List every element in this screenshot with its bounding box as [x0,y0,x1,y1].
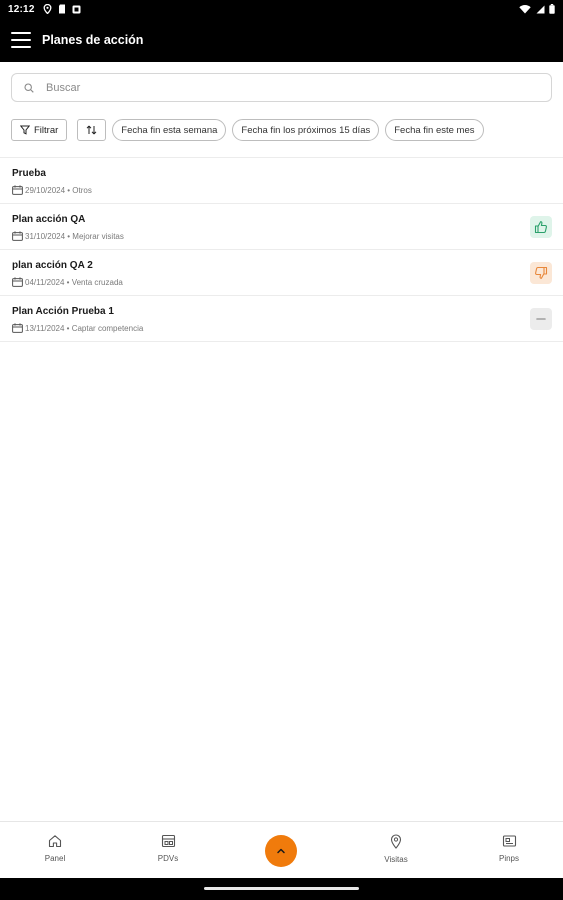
calendar-icon [12,323,23,333]
search-icon [24,82,34,93]
nav-pinps[interactable]: Pinps [469,822,549,879]
status-badge-negative [530,262,552,284]
sort-button[interactable] [77,119,107,141]
home-icon [48,835,62,848]
nav-visitas-label: Visitas [384,855,408,864]
nav-panel-label: Panel [44,854,66,863]
notification-icon [72,5,81,13]
plan-name: Prueba [12,168,46,179]
plan-name: Plan Acción Prueba 1 [12,306,114,317]
plan-date: 31/10/2024 [25,231,66,241]
menu-button[interactable] [11,32,31,48]
status-badge-neutral [530,308,552,330]
app-bar: Planes de acción [0,18,563,62]
action-plan-list: Prueba 29/10/2024 • Otros Plan acción QA… [0,157,563,342]
nav-pdvs[interactable]: PDVs [128,822,208,879]
plan-name: Plan acción QA [12,214,86,225]
plan-category: Captar competencia [71,323,144,333]
chip-end-date-next-15-days[interactable]: Fecha fin los próximos 15 días [232,119,380,141]
plan-category: Venta cruzada [71,277,123,287]
list-item[interactable]: Plan acción QA 31/10/2024 • Mejorar visi… [0,204,563,250]
search-input[interactable] [46,81,526,94]
wifi-icon [519,4,531,13]
filter-row: Filtrar Fecha fin esta semana Fecha fin … [11,119,484,141]
sim-card-icon [58,4,65,14]
list-item[interactable]: Plan Acción Prueba 1 13/11/2024 • Captar… [0,296,563,342]
list-item[interactable]: plan acción QA 2 04/11/2024 • Venta cruz… [0,250,563,296]
minus-icon [536,318,546,320]
calendar-icon [12,231,23,241]
sort-icon [86,125,97,135]
plan-date: 29/10/2024 [25,185,66,195]
chip-end-date-this-month[interactable]: Fecha fin este mes [385,119,484,141]
funnel-icon [20,125,30,135]
thumbs-down-icon [535,266,548,279]
store-icon [161,834,175,848]
filter-button-label: Filtrar [34,124,59,136]
status-badge-positive [530,216,552,238]
status-time: 12:12 [8,3,35,15]
plan-date: 13/11/2024 [25,323,65,333]
location-pin-icon [390,834,402,849]
chevron-up-icon [277,848,285,854]
battery-icon [549,4,555,14]
expand-menu-fab[interactable] [265,835,297,867]
nav-pinps-label: Pinps [498,854,519,863]
signal-icon [536,5,545,13]
home-gesture-handle[interactable] [204,887,359,890]
calendar-icon [12,185,23,195]
nav-panel[interactable]: Panel [15,822,95,879]
calendar-icon [12,277,23,287]
image-card-icon [502,835,516,847]
bottom-navigation: Panel PDVs Visitas Pinps [0,821,563,878]
nav-pdvs-label: PDVs [157,854,179,863]
chip-end-date-this-week[interactable]: Fecha fin esta semana [112,119,227,141]
search-bar[interactable] [11,73,552,102]
plan-name: plan acción QA 2 [12,260,93,271]
system-gesture-bar [0,878,563,900]
nav-visitas[interactable]: Visitas [356,822,436,879]
location-status-icon [43,4,52,14]
plan-date: 04/11/2024 [25,277,65,287]
thumbs-up-icon [534,221,547,234]
plan-category: Mejorar visitas [72,231,124,241]
status-bar: 12:12 [0,0,563,18]
page-title: Planes de acción [42,33,144,47]
list-item[interactable]: Prueba 29/10/2024 • Otros [0,158,563,204]
filter-button[interactable]: Filtrar [11,119,68,141]
plan-category: Otros [72,185,92,195]
